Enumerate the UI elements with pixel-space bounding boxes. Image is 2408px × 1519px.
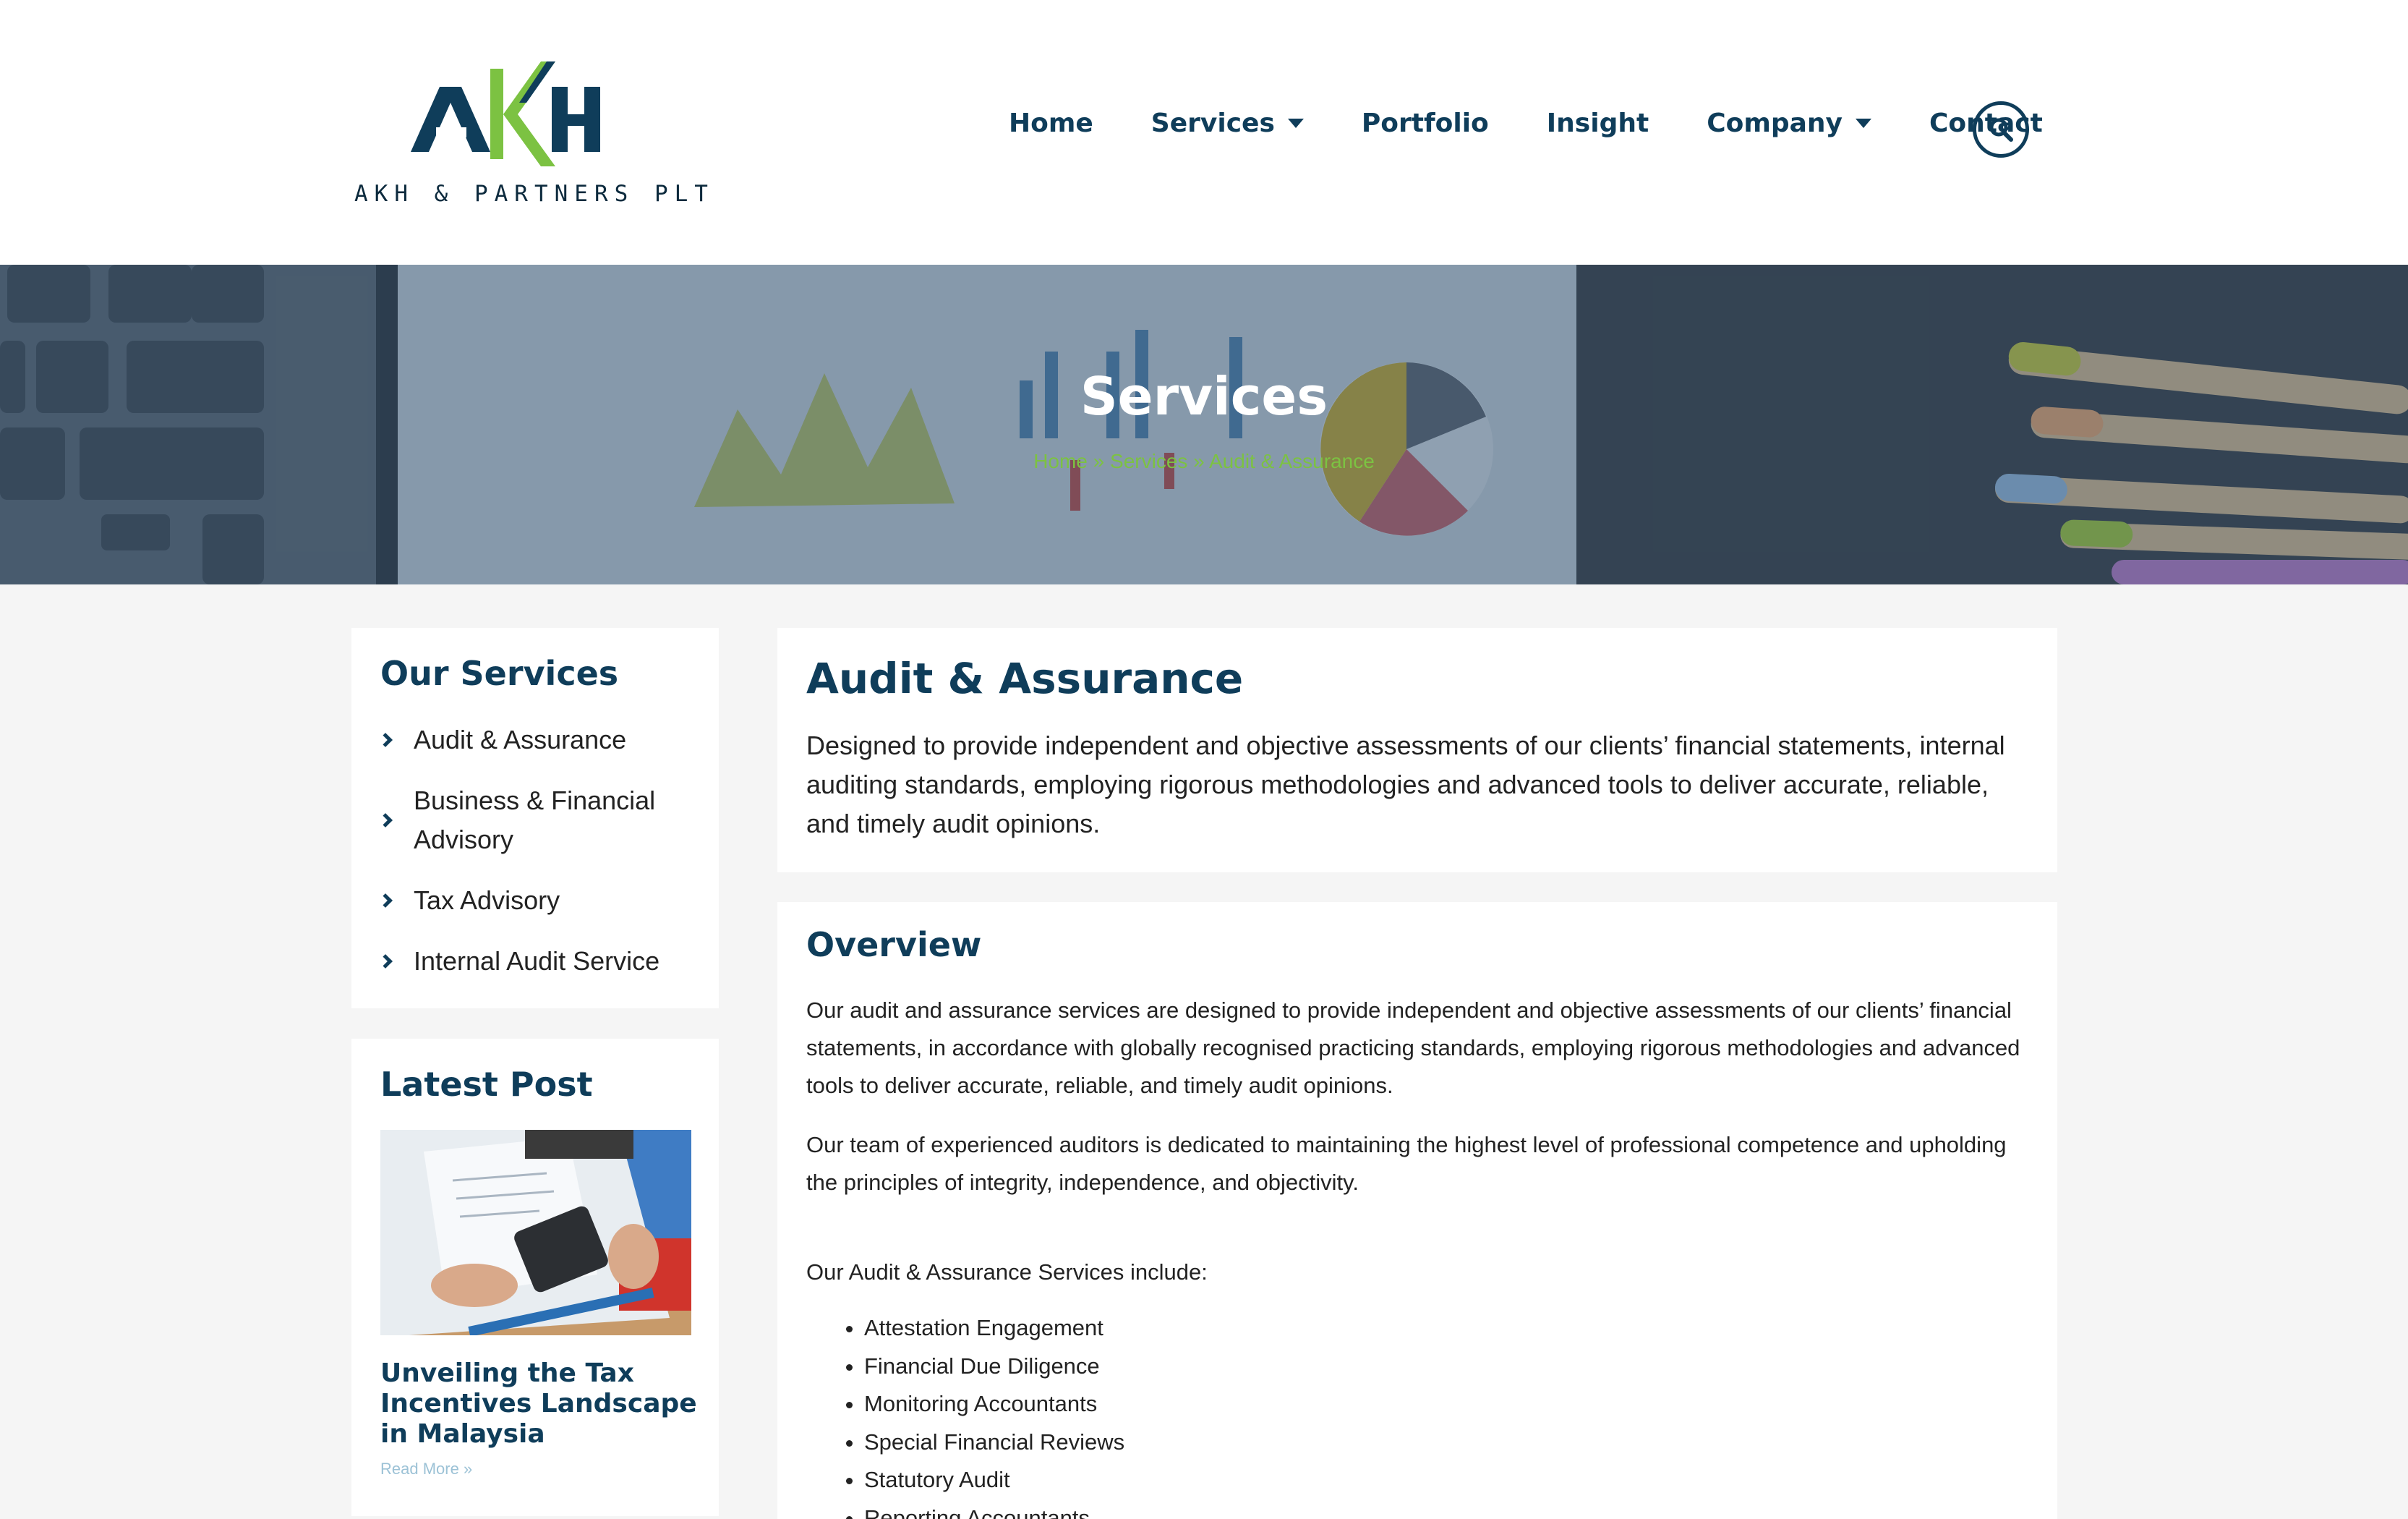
search-button[interactable]	[1973, 101, 2029, 158]
chevron-right-icon	[378, 954, 393, 969]
our-services-title: Our Services	[380, 654, 619, 693]
breadcrumb-separator: »	[1187, 450, 1209, 472]
nav-services[interactable]: Services	[1151, 109, 1304, 138]
breadcrumb-separator: »	[1087, 450, 1111, 472]
logo-text: AKH & PARTNERS PLT	[354, 181, 714, 207]
post-title-link[interactable]: Unveiling the Tax Incentives Landscape i…	[380, 1358, 699, 1450]
overview-card: Overview Our audit and assurance service…	[777, 902, 2057, 1519]
breadcrumb: Home » Services » Audit & Assurance	[0, 450, 2408, 473]
service-link-label: Audit & Assurance	[414, 725, 627, 754]
service-title: Audit & Assurance	[806, 654, 1244, 703]
our-services-widget: Our Services Audit & Assurance Business …	[351, 628, 719, 1008]
latest-post-title: Latest Post	[380, 1065, 593, 1104]
list-item: Financial Due Diligence	[864, 1348, 1124, 1386]
chevron-right-icon	[378, 893, 393, 908]
service-link-label: Internal Audit Service	[414, 946, 660, 976]
service-link-tax-advisory[interactable]: Tax Advisory	[378, 881, 699, 920]
list-item: Attestation Engagement	[864, 1309, 1124, 1348]
list-item: Special Financial Reviews	[864, 1424, 1124, 1462]
nav-home-label: Home	[1009, 109, 1093, 138]
chevron-right-icon	[378, 733, 393, 747]
page-title: Services	[1080, 366, 1328, 427]
list-item: Monitoring Accountants	[864, 1385, 1124, 1424]
service-link-internal-audit[interactable]: Internal Audit Service	[378, 942, 699, 981]
hero-banner: Services Home » Services » Audit & Assur…	[0, 265, 2408, 584]
overview-paragraph: Our team of experienced auditors is dedi…	[806, 1132, 2007, 1195]
services-include-label: Our Audit & Assurance Services include:	[806, 1259, 1208, 1285]
services-menu: Audit & Assurance Business & Financial A…	[378, 720, 699, 1003]
nav-insight-label: Insight	[1546, 109, 1649, 138]
service-link-label: Tax Advisory	[414, 885, 560, 915]
main-nav: Home Services Portfolio Insight Company …	[1009, 109, 2101, 138]
list-item: Reporting Accountants	[864, 1499, 1124, 1519]
caret-down-icon	[1287, 119, 1304, 128]
post-thumbnail[interactable]	[380, 1130, 691, 1335]
nav-insight[interactable]: Insight	[1547, 109, 1649, 138]
overview-paragraph: Our audit and assurance services are des…	[806, 997, 2020, 1098]
breadcrumb-home[interactable]: Home	[1033, 450, 1088, 472]
nav-company-label: Company	[1707, 109, 1843, 138]
nav-home[interactable]: Home	[1009, 109, 1093, 138]
post-thumbnail-image	[380, 1130, 691, 1335]
caret-down-icon	[1856, 119, 1872, 128]
chevron-right-icon	[378, 813, 393, 827]
site-header: AKH & PARTNERS PLT Home Services Portfol…	[0, 0, 2408, 265]
search-icon	[1989, 118, 2013, 142]
breadcrumb-services[interactable]: Services	[1110, 450, 1187, 472]
service-link-business-advisory[interactable]: Business & Financial Advisory	[378, 781, 699, 859]
services-bullet-list: Attestation Engagement Financial Due Dil…	[864, 1309, 1124, 1519]
read-more-link[interactable]: Read More »	[380, 1460, 472, 1478]
service-link-audit[interactable]: Audit & Assurance	[378, 720, 699, 760]
list-item: Statutory Audit	[864, 1461, 1124, 1499]
nav-portfolio-label: Portfolio	[1361, 109, 1489, 138]
service-intro-card: Audit & Assurance Designed to provide in…	[777, 628, 2057, 872]
company-logo[interactable]: AKH & PARTNERS PLT	[353, 58, 708, 210]
overview-title: Overview	[806, 925, 982, 964]
service-description: Designed to provide independent and obje…	[806, 731, 2005, 838]
breadcrumb-current: Audit & Assurance	[1209, 450, 1375, 472]
latest-post-widget: Latest Post Unveiling the Tax Incentives…	[351, 1039, 719, 1516]
nav-portfolio[interactable]: Portfolio	[1362, 109, 1489, 138]
nav-company[interactable]: Company	[1707, 109, 1872, 138]
nav-services-label: Services	[1150, 109, 1275, 138]
logo-mark	[411, 61, 600, 166]
service-link-label: Business & Financial Advisory	[414, 786, 656, 854]
